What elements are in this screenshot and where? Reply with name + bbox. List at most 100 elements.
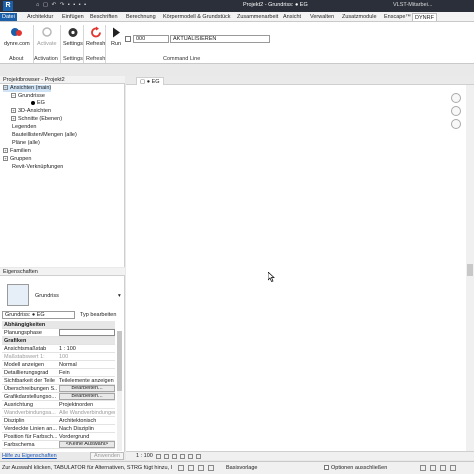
- tree-item-gruppen[interactable]: + Gruppen: [3, 156, 31, 163]
- hide-isolate-icon[interactable]: [196, 454, 201, 459]
- scrollbar-thumb[interactable]: [117, 331, 122, 391]
- property-group[interactable]: Abhängigkeiten: [2, 321, 115, 329]
- tree-item-schnitte[interactable]: + Schnitte (Ebenen): [11, 116, 62, 123]
- edit-overrides-button[interactable]: Bearbeiten...: [59, 385, 115, 392]
- expand-icon[interactable]: +: [11, 108, 16, 114]
- refresh-button[interactable]: Refresh: [86, 26, 105, 47]
- tree-item-ansichten[interactable]: − Ansichten (main): [3, 85, 52, 92]
- property-value[interactable]: Vordergrund: [59, 433, 115, 441]
- view-scale[interactable]: 1 : 100: [136, 453, 153, 459]
- detail-level-icon[interactable]: [156, 454, 161, 459]
- property-row[interactable]: Grafikdarstellungso... Bearbeiten...: [2, 393, 115, 401]
- property-row[interactable]: Modell anzeigen Normal: [2, 361, 115, 369]
- dynre-com-button[interactable]: dynre.com: [4, 26, 30, 47]
- tree-item-familien[interactable]: + Familien: [3, 148, 31, 155]
- property-row[interactable]: Disziplin Architektonisch: [2, 417, 115, 425]
- visual-style-icon[interactable]: [164, 454, 169, 459]
- tab-koerpermodell[interactable]: Körpermodell & Grundstück: [161, 13, 233, 21]
- selection-links-icon[interactable]: [198, 465, 204, 471]
- sun-path-icon[interactable]: [172, 454, 177, 459]
- tree-item-3d-ansichten[interactable]: +3D-Ansichten: [11, 108, 51, 115]
- property-row[interactable]: Ansichtsmaßstab 1 : 100: [2, 345, 115, 353]
- run-button[interactable]: Run: [109, 26, 123, 47]
- settings-button[interactable]: Settings: [63, 26, 83, 47]
- select-by-face-icon[interactable]: [430, 465, 436, 471]
- property-value[interactable]: Architektonisch: [59, 417, 115, 425]
- property-value[interactable]: Teilelemente anzeigen: [59, 377, 115, 385]
- crop-view-icon[interactable]: [188, 454, 193, 459]
- collapse-icon[interactable]: −: [11, 93, 16, 99]
- property-row[interactable]: Sichtbarkeit der Teile Teilelemente anzei…: [2, 377, 115, 385]
- main-model-dropdown[interactable]: Basisvorlage: [226, 465, 258, 471]
- user-account[interactable]: VLST-Mitarbei...: [393, 2, 432, 8]
- tab-einfuegen[interactable]: Einfügen: [60, 13, 86, 21]
- steering-wheel-icon[interactable]: [451, 93, 461, 103]
- canvas-scrollbar[interactable]: [466, 85, 474, 451]
- tab-file[interactable]: Datei: [0, 13, 17, 21]
- scrollbar-thumb[interactable]: [467, 264, 473, 276]
- exclude-options-checkbox[interactable]: [324, 465, 329, 470]
- expand-icon[interactable]: +: [11, 116, 16, 122]
- edit-type-button[interactable]: Typ bearbeiten: [80, 311, 123, 319]
- property-value[interactable]: 1 : 100: [59, 345, 115, 353]
- tree-item-grundrisse[interactable]: − Grundrisse: [11, 93, 45, 100]
- tab-architektur[interactable]: Architektur: [25, 13, 55, 21]
- property-value[interactable]: Normal: [59, 361, 115, 369]
- view-tab-eg[interactable]: ▢ ● EG: [136, 77, 164, 85]
- tree-item-eg[interactable]: EG: [31, 100, 45, 107]
- property-row[interactable]: Ausrichtung Projektnorden: [2, 401, 115, 409]
- select-pinned-icon[interactable]: [420, 465, 426, 471]
- tab-dynre[interactable]: DYNRF: [412, 13, 437, 21]
- property-row[interactable]: Detaillierungsgrad Fein: [2, 369, 115, 377]
- properties-help-link[interactable]: Hilfe zu Eigenschaften: [2, 453, 57, 459]
- drag-elements-icon[interactable]: [440, 465, 446, 471]
- tab-zusammenarbeit[interactable]: Zusammenarbeit: [235, 13, 280, 21]
- revit-logo-icon[interactable]: R: [3, 1, 13, 11]
- command-line-input[interactable]: AKTUALISIEREN: [170, 35, 270, 43]
- project-browser: − Ansichten (main) − Grundrisse EG +3D-Ans…: [0, 84, 125, 267]
- collapse-icon[interactable]: −: [3, 85, 8, 91]
- zoom-icon[interactable]: [451, 106, 461, 116]
- expand-icon[interactable]: +: [3, 156, 8, 162]
- chevron-down-icon[interactable]: ▾: [118, 293, 121, 299]
- property-row[interactable]: Position für Farbsch... Vordergrund: [2, 433, 115, 441]
- type-selector[interactable]: Grundriss ▾: [3, 280, 123, 312]
- tree-item-revit-links[interactable]: Revit-Verknüpfungen: [12, 164, 63, 171]
- property-row[interactable]: Farbschema <Keine Auswahl>: [2, 441, 115, 449]
- tab-enscape[interactable]: Enscape™: [382, 13, 413, 21]
- property-value[interactable]: Nach Disziplin: [59, 425, 115, 433]
- worksets-icon[interactable]: [178, 465, 184, 471]
- tab-ansicht[interactable]: Ansicht: [281, 13, 303, 21]
- drawing-canvas[interactable]: [126, 85, 468, 451]
- property-row[interactable]: Verdeckte Linien an... Nach Disziplin: [2, 425, 115, 433]
- edit-graphic-display-button[interactable]: Bearbeiten...: [59, 393, 115, 400]
- design-options-icon[interactable]: [188, 465, 194, 471]
- shadows-icon[interactable]: [180, 454, 185, 459]
- tab-zusatzmodule[interactable]: Zusatzmodule: [340, 13, 379, 21]
- panel-divider: [83, 25, 84, 63]
- tree-item-plaene[interactable]: Pläne (alle): [12, 140, 40, 147]
- property-value[interactable]: Projektnorden: [59, 401, 115, 409]
- color-scheme-button[interactable]: <Keine Auswahl>: [59, 441, 115, 448]
- apply-button[interactable]: Anwenden: [90, 452, 124, 460]
- expand-icon[interactable]: +: [3, 148, 8, 154]
- command-count-input[interactable]: 000: [133, 35, 169, 43]
- property-value[interactable]: Fein: [59, 369, 115, 377]
- tab-beschriften[interactable]: Beschriften: [88, 13, 120, 21]
- tab-berechnung[interactable]: Berechnung: [124, 13, 158, 21]
- tab-verwalten[interactable]: Verwalten: [308, 13, 336, 21]
- activate-button[interactable]: Activate: [37, 26, 57, 47]
- properties-scrollbar[interactable]: [117, 331, 122, 451]
- tree-item-label: Grundrisse: [18, 93, 45, 99]
- property-row[interactable]: Planungsphase: [2, 329, 115, 337]
- pan-icon[interactable]: [451, 119, 461, 129]
- filter-icon[interactable]: [450, 465, 456, 471]
- instance-filter-dropdown[interactable]: Grundriss: ● EG: [2, 311, 75, 319]
- tree-item-bauteillisten[interactable]: Bauteillisten/Mengen (alle): [12, 132, 77, 139]
- property-group[interactable]: Grafiken: [2, 337, 115, 345]
- property-value-field[interactable]: [59, 329, 115, 336]
- selection-underlay-icon[interactable]: [208, 465, 214, 471]
- quick-access-toolbar[interactable]: ⌂ ▢ ↶ ↷ ▪ ▪ ▪ ▪: [36, 2, 87, 8]
- property-row[interactable]: Überschreibungen S... Bearbeiten...: [2, 385, 115, 393]
- tree-item-legenden[interactable]: Legenden: [12, 124, 36, 131]
